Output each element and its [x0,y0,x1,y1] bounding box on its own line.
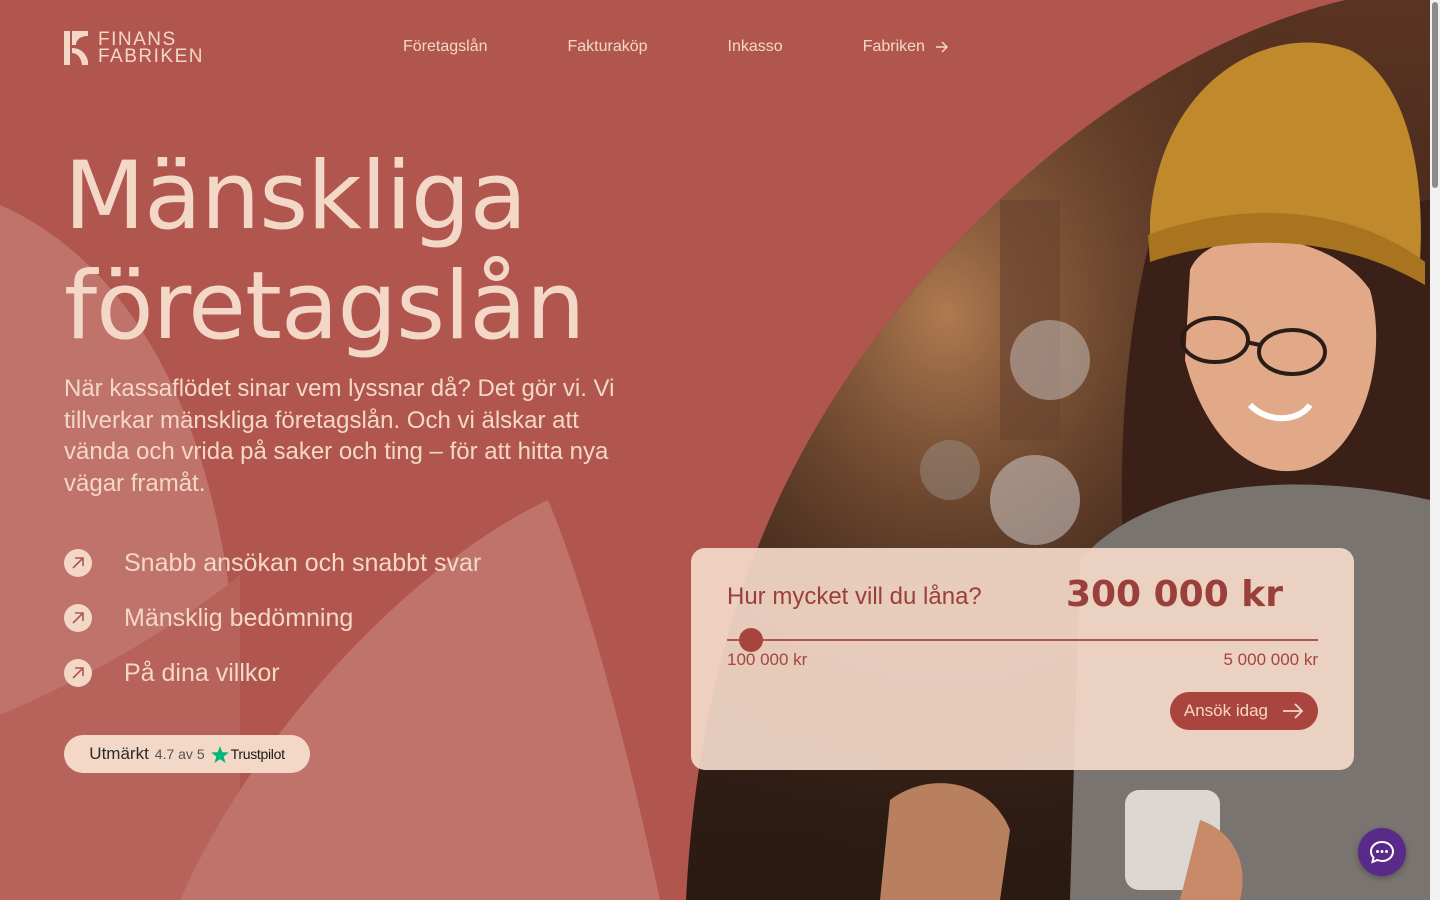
apply-button[interactable]: Ansök idag [1169,692,1318,730]
hero-description: När kassaflödet sinar vem lyssnar då? De… [64,375,615,497]
scrollbar-thumb[interactable] [1432,2,1438,188]
loan-slider-max: 5 000 000 kr [1223,650,1318,669]
loan-question: Hur mycket vill du låna? [727,583,982,610]
loan-amount: 300 000 kr [1065,574,1283,615]
trustpilot-brand: Trustpilot [230,746,285,762]
feature-item: På dina villkor [64,654,481,692]
feature-label: Mänsklig bedömning [124,603,354,632]
hero-title-line-1: Mänskliga [64,142,527,251]
feature-label: Snabb ansökan och snabbt svar [124,548,482,577]
loan-calculator: Hur mycket vill du låna? 300 000 kr 100 … [691,548,1354,770]
logo-line-2: FABRIKEN [98,46,204,67]
trustpilot-score: 4.7 av 5 [154,746,205,762]
arrow-right-icon [935,41,948,53]
apply-button-label: Ansök idag [1183,701,1268,720]
chat-button[interactable] [1358,828,1406,876]
arrow-right-icon [1283,703,1304,719]
trustpilot-rating-word: Utmärkt [89,744,149,763]
feature-item: Mänsklig bedömning [64,599,481,637]
loan-slider-min: 100 000 kr [727,650,808,669]
chat-bubble-icon [1369,840,1395,864]
nav-item-label: Fakturaköp [567,38,648,55]
loan-slider-track[interactable] [727,639,1318,641]
arrow-up-right-icon [64,604,92,632]
nav-item-label: Inkasso [727,38,783,55]
page-scrollbar[interactable] [1430,0,1440,900]
hero-title: Mänskliga företagslån [64,142,585,362]
hero-title-line-2: företagslån [64,252,585,361]
trustpilot-star-icon [210,745,229,763]
trustpilot-badge[interactable]: Utmärkt 4.7 av 5 Trustpilot [64,735,310,773]
feature-list: Snabb ansökan och snabbt svar Mänsklig b… [64,544,481,709]
nav-item-inkasso[interactable]: Inkasso [728,38,783,56]
nav-item-foretagslan[interactable]: Företagslån [403,38,488,56]
arrow-up-right-icon [64,659,92,687]
nav-item-label: Fabriken [862,38,925,55]
feature-label: På dina villkor [124,658,280,687]
main-nav: Företagslån Fakturaköp Inkasso Fabriken [403,38,949,56]
loan-slider-thumb[interactable] [739,628,764,652]
nav-item-fakturakop[interactable]: Fakturaköp [568,38,648,56]
feature-item: Snabb ansökan och snabbt svar [64,544,481,582]
arrow-up-right-icon [64,549,92,577]
logo-icon [64,31,88,65]
nav-item-label: Företagslån [403,38,488,55]
trustpilot-logo: Trustpilot [210,745,285,763]
logo[interactable]: FINANS FABRIKEN [64,30,204,67]
nav-item-fabriken[interactable]: Fabriken [863,38,949,56]
